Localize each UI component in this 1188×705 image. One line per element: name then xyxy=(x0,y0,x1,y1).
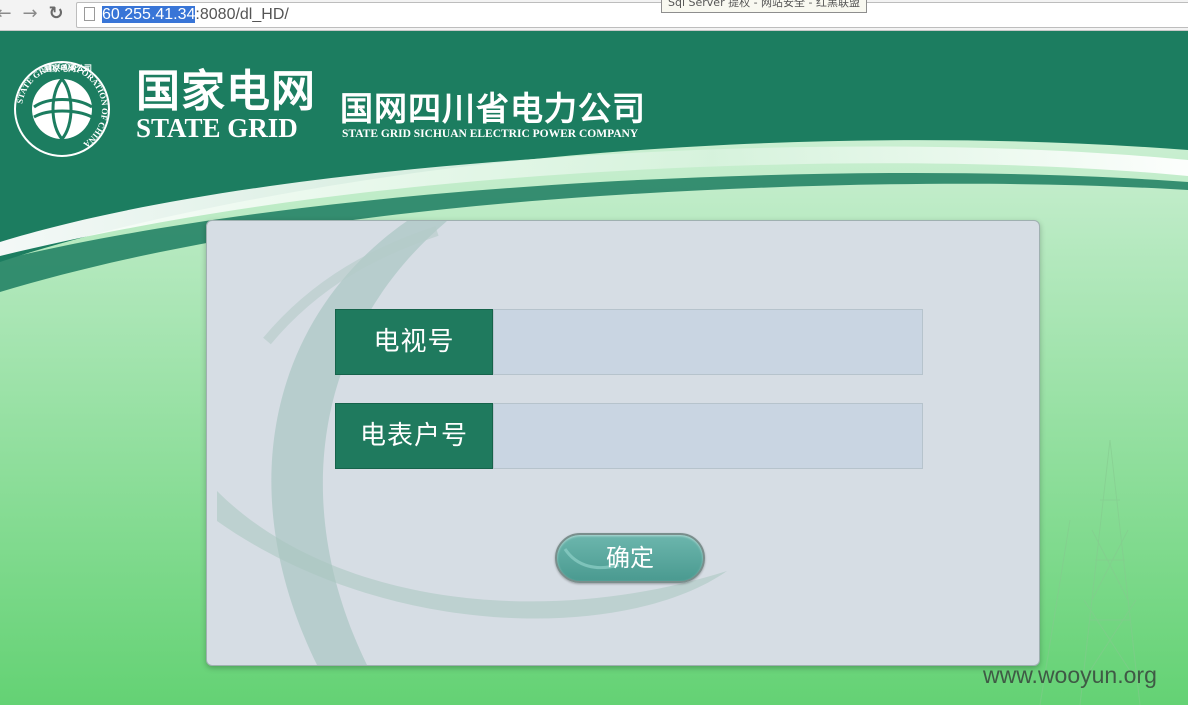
page: ← → ↻ 60.255.41.34:8080/dl_HD/ Sql Serve… xyxy=(0,0,1188,705)
meter-account-input[interactable] xyxy=(493,403,923,469)
confirm-button[interactable]: 确定 xyxy=(555,533,705,583)
url-path: :8080/dl_HD/ xyxy=(195,6,289,23)
url-host: 60.255.41.34 xyxy=(102,6,196,23)
meter-account-row: 电表户号 xyxy=(335,403,923,469)
confirm-button-label: 确定 xyxy=(606,544,654,572)
emblem-caption-cn: 国家电网公司 xyxy=(44,63,92,73)
url-text[interactable]: 60.255.41.34:8080/dl_HD/ xyxy=(102,5,289,25)
state-grid-emblem-icon: STATE GRID CORPORATION OF CHINA 国家电网公司 xyxy=(14,61,110,157)
tv-number-input[interactable] xyxy=(493,309,923,375)
address-bar[interactable]: 60.255.41.34:8080/dl_HD/ xyxy=(76,2,1188,28)
tv-number-row: 电视号 xyxy=(335,309,923,375)
forward-arrow-icon[interactable]: → xyxy=(20,4,40,24)
tv-number-label: 电视号 xyxy=(335,309,493,375)
page-icon xyxy=(84,7,95,21)
company-name-en: STATE GRID SICHUAN ELECTRIC POWER COMPAN… xyxy=(342,128,639,140)
watermark: www.wooyun.org xyxy=(983,662,1157,688)
login-panel: 电视号 电表户号 确定 xyxy=(206,220,1040,666)
brand-name-cn: 国家电网 xyxy=(136,66,316,117)
meter-account-label: 电表户号 xyxy=(335,403,493,469)
tab-tooltip: Sql Server 提权 - 网站安全 - 红黑联盟 xyxy=(661,0,868,13)
brand-name-en: STATE GRID xyxy=(136,113,298,143)
company-name-cn: 国网四川省电力公司 xyxy=(340,89,646,128)
reload-icon[interactable]: ↻ xyxy=(46,4,66,24)
browser-toolbar: ← → ↻ 60.255.41.34:8080/dl_HD/ Sql Serve… xyxy=(0,0,1188,31)
back-arrow-icon[interactable]: ← xyxy=(0,4,14,24)
